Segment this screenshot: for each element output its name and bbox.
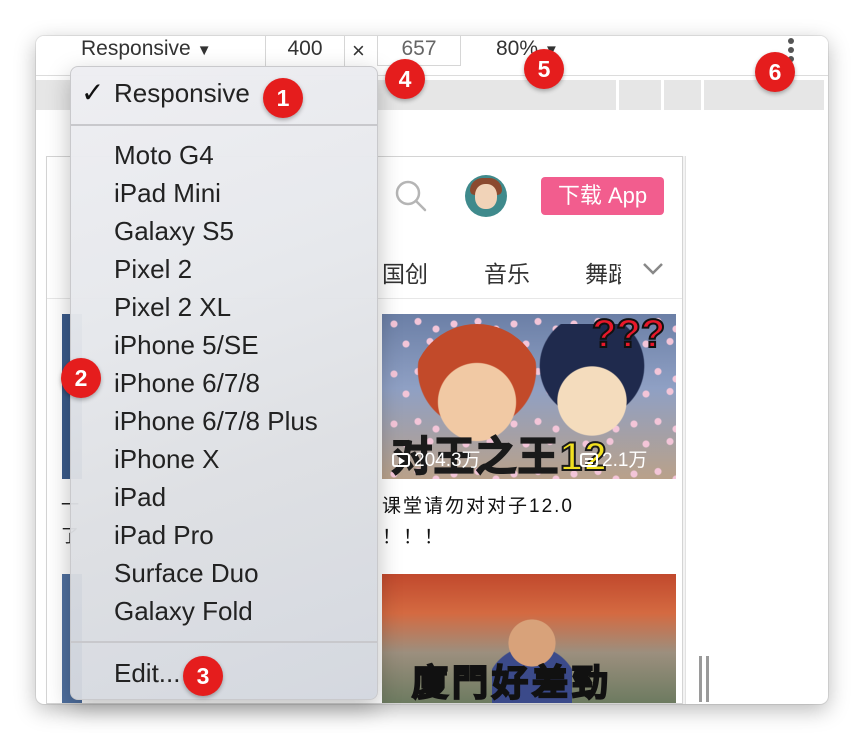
menu-item-device[interactable]: Galaxy S5 xyxy=(114,215,234,247)
device-selector-label: Responsive xyxy=(81,37,191,60)
menu-item-device[interactable]: iPhone X xyxy=(114,443,220,475)
video-thumbnail[interactable]: 廈門好差勁 xyxy=(382,574,676,703)
menu-item-device[interactable]: Pixel 2 xyxy=(114,253,192,285)
annotation-badge: 5 xyxy=(524,49,564,89)
download-app-button[interactable]: 下载 App xyxy=(541,177,664,215)
chevron-down-icon[interactable] xyxy=(642,261,664,277)
media-query-segment[interactable] xyxy=(619,80,661,110)
view-count: 204.3万 xyxy=(392,445,481,472)
search-icon[interactable] xyxy=(394,179,428,213)
menu-item-device[interactable]: iPad Pro xyxy=(114,519,214,551)
menu-item-device[interactable]: iPhone 6/7/8 Plus xyxy=(114,405,318,437)
tab-music[interactable]: 音乐 xyxy=(484,255,530,289)
annotation-badge: 3 xyxy=(183,656,223,696)
menu-item-device[interactable]: Galaxy Fold xyxy=(114,595,253,627)
menu-item-device[interactable]: iPhone 5/SE xyxy=(114,329,259,361)
menu-item-device[interactable]: iPad Mini xyxy=(114,177,221,209)
annotation-badge: 2 xyxy=(61,358,101,398)
times-icon: × xyxy=(352,38,365,63)
menu-item-device[interactable]: iPhone 6/7/8 xyxy=(114,367,260,399)
tab-guochuang[interactable]: 国创 xyxy=(382,255,428,289)
annotation-badge: 4 xyxy=(385,59,425,99)
play-count-icon xyxy=(392,453,410,467)
menu-item-responsive[interactable]: Responsive xyxy=(114,77,250,109)
menu-item-device[interactable]: Surface Duo xyxy=(114,557,259,589)
media-query-segment[interactable] xyxy=(664,80,701,110)
danmaku-count: 2.1万 xyxy=(580,445,647,472)
device-selector[interactable]: Responsive ▼ xyxy=(81,36,212,64)
avatar[interactable] xyxy=(465,175,507,217)
menu-item-device[interactable]: Moto G4 xyxy=(114,139,214,171)
video-title[interactable]: 课堂请勿对对子12.0 ！！！ xyxy=(382,491,676,553)
annotation-badge: 1 xyxy=(263,78,303,118)
video-thumbnail[interactable]: ??? 对王之王12 204.3万 2.1万 xyxy=(382,314,676,479)
chevron-down-icon: ▼ xyxy=(196,42,212,59)
resize-handle[interactable] xyxy=(699,656,711,702)
thumbnail-overlay-text: ??? xyxy=(591,314,666,357)
menu-item-device[interactable]: Pixel 2 XL xyxy=(114,291,231,323)
menu-item-edit[interactable]: Edit... xyxy=(114,657,180,689)
menu-divider xyxy=(71,124,377,126)
danmaku-icon xyxy=(580,453,598,467)
device-dropdown-menu: ✓ Responsive Moto G4 iPad Mini Galaxy S5… xyxy=(70,66,378,700)
thumbnail-overlay-text: 廈門好差勁 xyxy=(411,661,613,703)
menu-divider xyxy=(71,641,377,643)
checkmark-icon: ✓ xyxy=(81,77,105,108)
height-input[interactable]: 657 xyxy=(377,36,461,66)
width-input[interactable]: 400 xyxy=(265,36,345,66)
tab-dance[interactable]: 舞蹈 xyxy=(585,255,621,289)
menu-item-device[interactable]: iPad xyxy=(114,481,166,513)
annotation-badge: 6 xyxy=(755,52,795,92)
